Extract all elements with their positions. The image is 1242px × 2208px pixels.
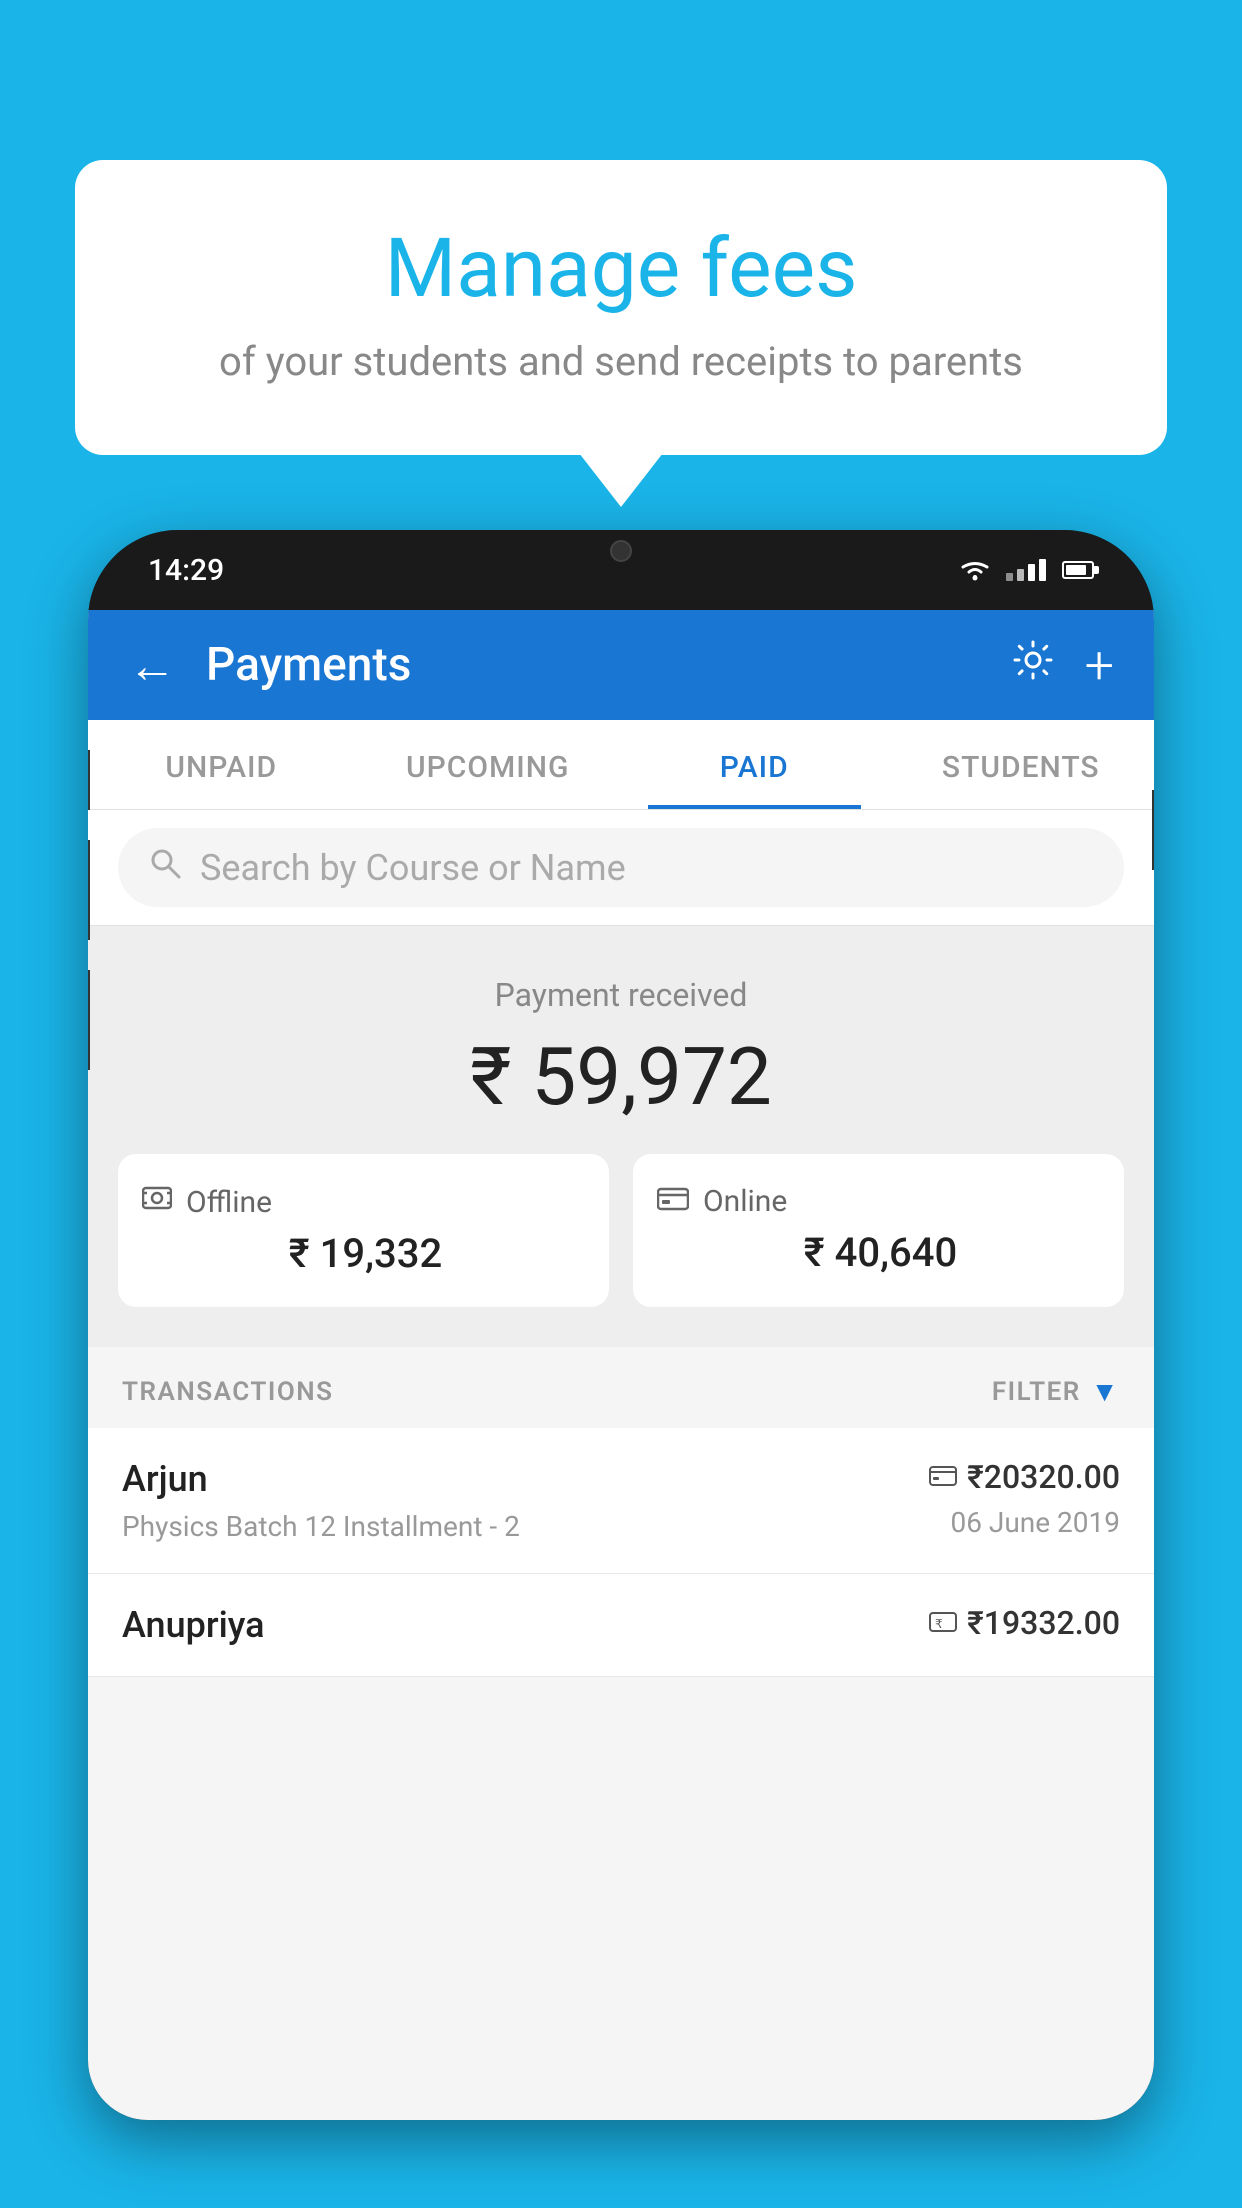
transaction-right: ₹20320.00 06 June 2019: [929, 1458, 1120, 1539]
status-time: 14:29: [148, 553, 224, 588]
hero-title: Manage fees: [155, 220, 1087, 318]
tabs-bar: UNPAID UPCOMING PAID STUDENTS: [88, 720, 1154, 810]
transaction-name: Anupriya: [122, 1604, 265, 1646]
wifi-icon: [960, 559, 990, 581]
svg-text:₹: ₹: [935, 1617, 943, 1631]
app-screen: ← Payments + UNPAID UPCOMING PAID: [88, 610, 1154, 2120]
offline-card-header: Offline: [142, 1184, 585, 1220]
card-icon-small: [929, 1466, 957, 1488]
notch: [561, 530, 681, 572]
payment-cards: Offline ₹ 19,332: [118, 1154, 1124, 1307]
hero-card: Manage fees of your students and send re…: [75, 160, 1167, 455]
tab-students[interactable]: STUDENTS: [888, 720, 1155, 809]
online-card-header: Online: [657, 1184, 1100, 1219]
transaction-detail: Physics Batch 12 Installment - 2: [122, 1510, 520, 1543]
hero-subtitle: of your students and send receipts to pa…: [155, 338, 1087, 385]
online-amount: ₹ 40,640: [657, 1229, 1100, 1276]
search-icon: [148, 846, 182, 889]
transaction-amount-row: ₹20320.00: [929, 1458, 1120, 1496]
gear-icon: [1011, 638, 1055, 682]
filter-label: FILTER: [992, 1377, 1081, 1407]
camera: [610, 540, 632, 562]
filter-icon: ▼: [1091, 1375, 1120, 1408]
offline-label: Offline: [186, 1185, 272, 1220]
filter-button[interactable]: FILTER ▼: [992, 1375, 1120, 1408]
volume-down-button: [88, 840, 90, 940]
transaction-left: Anupriya: [122, 1604, 265, 1646]
transaction-right: ₹ ₹19332.00: [929, 1604, 1120, 1642]
transaction-date: 06 June 2019: [950, 1506, 1120, 1539]
cash-icon: [142, 1184, 172, 1212]
transaction-amount: ₹20320.00: [967, 1458, 1120, 1496]
offline-icon: [142, 1184, 172, 1220]
table-row[interactable]: Arjun Physics Batch 12 Installment - 2 ₹…: [88, 1428, 1154, 1574]
search-icon-svg: [148, 846, 182, 880]
app-header: ← Payments +: [88, 610, 1154, 720]
payment-total-amount: ₹ 59,972: [118, 1030, 1124, 1124]
offline-amount: ₹ 19,332: [142, 1230, 585, 1277]
transactions-header: TRANSACTIONS FILTER ▼: [88, 1347, 1154, 1428]
add-button[interactable]: +: [1085, 635, 1114, 696]
search-bar[interactable]: Search by Course or Name: [118, 828, 1124, 907]
rupee-icon-small: ₹: [929, 1612, 957, 1634]
online-label: Online: [703, 1184, 787, 1219]
tab-unpaid[interactable]: UNPAID: [88, 720, 355, 809]
payment-received-label: Payment received: [118, 976, 1124, 1014]
phone-frame: 14:29: [88, 530, 1154, 2120]
signal-icon: [1006, 559, 1046, 581]
status-bar: 14:29: [88, 530, 1154, 610]
transaction-name: Arjun: [122, 1458, 520, 1500]
table-row[interactable]: Anupriya ₹ ₹19332.00: [88, 1574, 1154, 1677]
transaction-left: Arjun Physics Batch 12 Installment - 2: [122, 1458, 520, 1543]
header-icons: +: [1011, 635, 1114, 696]
online-payment-card: Online ₹ 40,640: [633, 1154, 1124, 1307]
tab-upcoming[interactable]: UPCOMING: [355, 720, 622, 809]
page-title: Payments: [206, 638, 981, 692]
credit-card-icon: [657, 1187, 689, 1211]
settings-button[interactable]: [1011, 638, 1055, 693]
search-placeholder-text: Search by Course or Name: [200, 847, 626, 889]
transactions-label: TRANSACTIONS: [122, 1377, 334, 1407]
transaction-amount-row: ₹ ₹19332.00: [929, 1604, 1120, 1642]
transaction-amount: ₹19332.00: [967, 1604, 1120, 1642]
payment-summary: Payment received ₹ 59,972: [88, 926, 1154, 1347]
online-icon: [657, 1184, 689, 1219]
battery-icon: [1062, 561, 1094, 579]
back-button[interactable]: ←: [128, 637, 176, 694]
tab-paid[interactable]: PAID: [621, 720, 888, 809]
search-container: Search by Course or Name: [88, 810, 1154, 926]
silent-button: [88, 970, 90, 1070]
offline-payment-card: Offline ₹ 19,332: [118, 1154, 609, 1307]
phone-wrapper: 14:29: [88, 530, 1154, 2208]
status-icons: [960, 559, 1094, 581]
